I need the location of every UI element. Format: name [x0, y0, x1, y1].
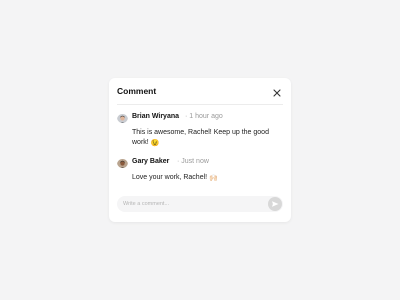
comment-panel: Comment Brian Wiryana · 1 hour ago This …	[109, 78, 291, 222]
raised-hands-emoji-icon: 🙌🏻	[209, 175, 218, 182]
comment-timestamp: · Just now	[177, 158, 209, 165]
comment-body: Love your work, Rachel! 🙌🏻	[132, 173, 282, 184]
avatar	[117, 157, 128, 168]
comment-author[interactable]: Gary Baker	[132, 158, 169, 165]
comment-meta: Brian Wiryana · 1 hour ago	[117, 112, 283, 124]
comment-item: Brian Wiryana · 1 hour ago This is aweso…	[117, 112, 283, 147]
header-divider	[117, 104, 283, 105]
send-icon	[272, 201, 279, 207]
comment-composer	[117, 196, 283, 212]
avatar	[117, 112, 128, 123]
panel-title: Comment	[117, 86, 157, 96]
close-button[interactable]	[272, 85, 282, 97]
close-icon	[273, 89, 281, 97]
comment-timestamp: · 1 hour ago	[185, 113, 223, 120]
comment-meta: Gary Baker · Just now	[117, 157, 283, 169]
comment-author[interactable]: Brian Wiryana	[132, 113, 179, 120]
comment-body: This is awesome, Rachel! Keep up the goo…	[132, 128, 282, 149]
comment-text: Love your work, Rachel!	[132, 174, 208, 181]
send-button[interactable]	[268, 197, 282, 211]
comment-panel-header: Comment	[109, 78, 291, 104]
wink-emoji-icon: 😉	[150, 140, 160, 147]
comment-input[interactable]	[123, 196, 253, 212]
comment-item: Gary Baker · Just now Love your work, Ra…	[117, 157, 283, 182]
